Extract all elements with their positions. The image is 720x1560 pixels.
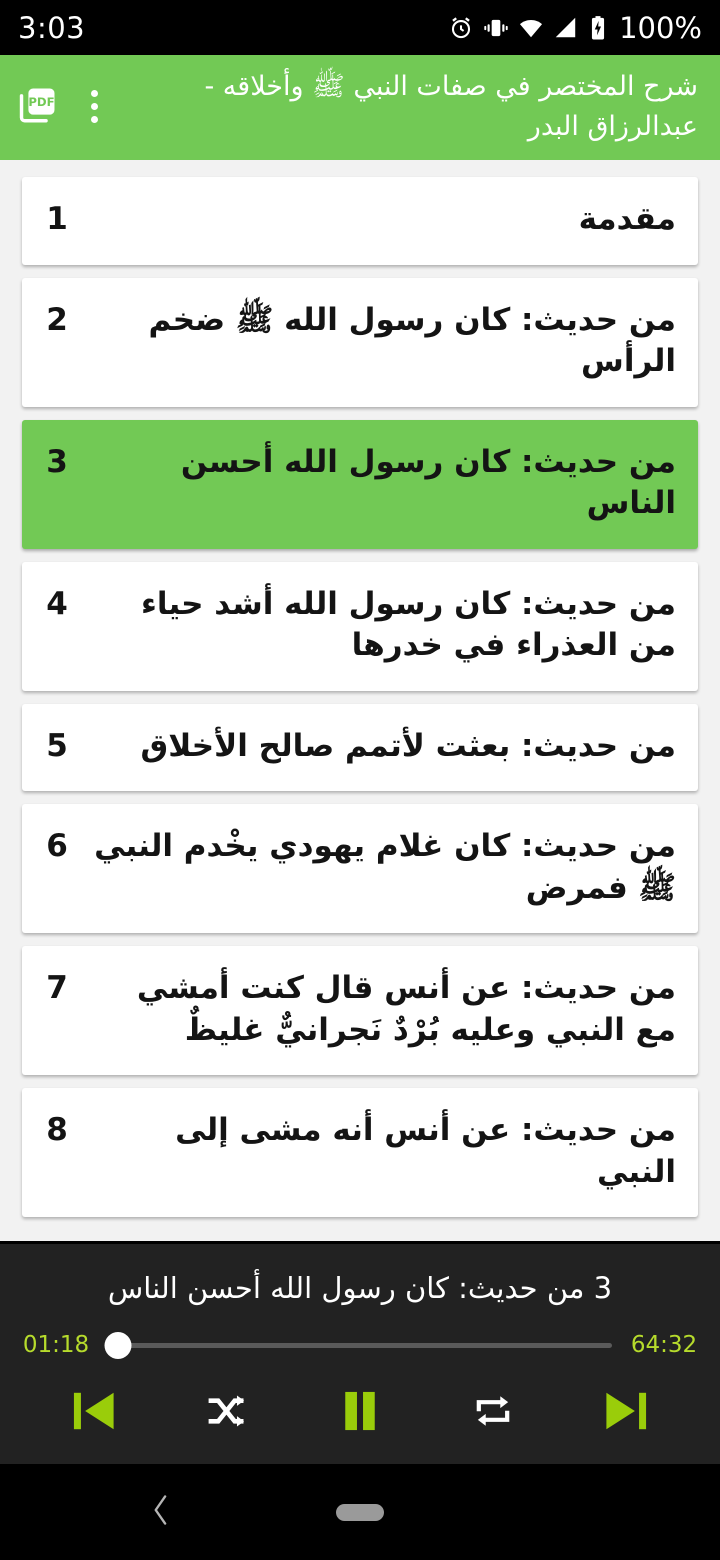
battery-percent-label: 100% — [619, 10, 702, 45]
list-item-title: مقدمة — [578, 201, 676, 237]
nav-home-pill[interactable] — [336, 1503, 384, 1521]
audio-player-bar: 3 من حديث: كان رسول الله أحسن الناس 01:1… — [0, 1241, 720, 1464]
pdf-icon: PDF — [15, 82, 61, 132]
list-item-title: من حديث: بعثت لأتمم صالح الأخلاق — [140, 727, 676, 764]
seek-track — [108, 1342, 612, 1348]
list-item-number: 1 — [46, 201, 68, 237]
alarm-icon — [448, 15, 474, 41]
list-item[interactable]: من حديث: بعثت لأتمم صالح الأخلاق 5 — [22, 703, 698, 792]
vibrate-icon — [483, 15, 509, 41]
list-item-title: من حديث: كان غلام يهودي يخْدم النبي ﷺ فم… — [94, 828, 676, 906]
app-bar: شرح المختصر في صفات النبي ﷺ وأخلاقه - عب… — [0, 55, 720, 160]
play-pause-button[interactable] — [318, 1382, 402, 1444]
list-item-number: 6 — [46, 828, 68, 865]
more-vert-icon — [90, 90, 98, 123]
list-item-number: 2 — [46, 301, 68, 338]
elapsed-time-label: 01:18 — [22, 1332, 90, 1358]
status-icon-group: 100% — [448, 11, 702, 45]
status-bar: 3:03 100% — [0, 0, 720, 55]
pdf-button[interactable]: PDF — [10, 79, 66, 135]
battery-icon — [588, 15, 608, 41]
list-item-number: 8 — [46, 1112, 68, 1149]
player-controls — [0, 1370, 720, 1454]
list-item-title: من حديث: كان رسول الله أشد حياء من العذر… — [141, 585, 676, 664]
list-item-number: 3 — [46, 443, 68, 480]
previous-button[interactable] — [52, 1382, 136, 1444]
list-item[interactable]: من حديث: كان رسول الله ﷺ ضخم الرأس 2 — [22, 277, 698, 407]
list-item-number: 5 — [46, 727, 68, 764]
seek-row: 01:18 64:32 — [0, 1324, 720, 1370]
list-item[interactable]: من حديث: عن أنس قال كنت أمشي مع النبي وع… — [22, 946, 698, 1076]
app-bar-actions: PDF — [10, 79, 122, 135]
skip-previous-icon — [66, 1383, 122, 1443]
signal-icon — [553, 15, 579, 41]
list-item[interactable]: مقدمة 1 — [22, 177, 698, 265]
list-item-selected[interactable]: من حديث: كان رسول الله أحسن الناس 3 — [22, 419, 698, 549]
next-button[interactable] — [584, 1382, 668, 1444]
seek-bar[interactable] — [104, 1328, 612, 1362]
overflow-menu-button[interactable] — [66, 79, 122, 135]
shuffle-icon — [204, 1388, 250, 1438]
repeat-button[interactable] — [451, 1382, 535, 1444]
now-playing-title: 3 من حديث: كان رسول الله أحسن الناس — [107, 1271, 613, 1306]
shuffle-button[interactable] — [185, 1382, 269, 1444]
list-item[interactable]: من حديث: كان غلام يهودي يخْدم النبي ﷺ فم… — [22, 804, 698, 934]
list-item-title: من حديث: عن أنس قال كنت أمشي مع النبي وع… — [136, 970, 676, 1048]
total-time-label: 64:32 — [630, 1332, 698, 1358]
android-nav-bar — [0, 1464, 720, 1560]
pause-icon — [334, 1385, 386, 1441]
list-item[interactable]: من حديث: عن أنس أنه مشى إلى النبي 8 — [22, 1088, 698, 1218]
list-item-number: 7 — [46, 970, 68, 1007]
repeat-icon — [470, 1388, 516, 1438]
svg-text:PDF: PDF — [28, 94, 54, 108]
list-item[interactable]: من حديث: كان رسول الله أشد حياء من العذر… — [22, 561, 698, 691]
status-clock: 3:03 — [18, 10, 86, 45]
nav-back-button[interactable] — [146, 1490, 176, 1534]
skip-next-icon — [598, 1383, 654, 1443]
list-item-title: من حديث: كان رسول الله ﷺ ضخم الرأس — [148, 301, 676, 380]
list-item-number: 4 — [46, 585, 68, 622]
seek-thumb[interactable] — [104, 1331, 132, 1359]
track-list[interactable]: مقدمة 1 من حديث: كان رسول الله ﷺ ضخم الر… — [0, 160, 720, 1242]
app-screen: 3:03 100% شرح المختصر في صفات النبي ﷺ وأ… — [0, 0, 720, 1560]
list-item-title: من حديث: عن أنس أنه مشى إلى النبي — [175, 1112, 676, 1190]
list-item-title: من حديث: كان رسول الله أحسن الناس — [180, 443, 676, 522]
wifi-icon — [518, 15, 544, 41]
page-title: شرح المختصر في صفات النبي ﷺ وأخلاقه - عب… — [204, 71, 698, 142]
